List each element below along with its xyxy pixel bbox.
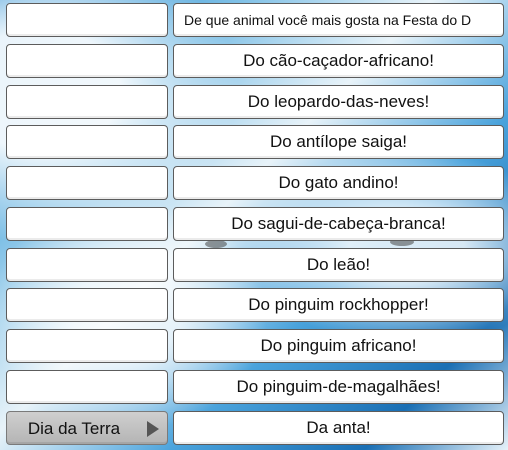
phrase-option-button[interactable]: Do leopardo-das-neves! bbox=[173, 85, 504, 119]
menu-row: Do pinguim rockhopper! bbox=[0, 288, 508, 324]
category-label: Dia da Terra bbox=[27, 419, 121, 438]
empty-slot-button[interactable] bbox=[6, 288, 168, 322]
phrase-option-button[interactable]: Do pinguim africano! bbox=[173, 329, 504, 363]
menu-row: Do gato andino! bbox=[0, 166, 508, 202]
empty-slot-button[interactable] bbox=[6, 125, 168, 159]
empty-slot-button[interactable] bbox=[6, 207, 168, 241]
menu-row: Do sagui-de-cabeça-branca! bbox=[0, 207, 508, 243]
phrase-option-button[interactable]: Do sagui-de-cabeça-branca! bbox=[173, 207, 504, 241]
phrase-option-button[interactable]: Do pinguim-de-magalhães! bbox=[173, 370, 504, 404]
empty-slot-button[interactable] bbox=[6, 248, 168, 282]
menu-row: Do leão! bbox=[0, 248, 508, 284]
phrase-option-button[interactable]: Do leão! bbox=[173, 248, 504, 282]
question-phrase-button[interactable]: De que animal você mais gosta na Festa d… bbox=[173, 3, 504, 37]
menu-row: Dia da Terra Da anta! bbox=[0, 411, 508, 447]
menu-row: Do pinguim-de-magalhães! bbox=[0, 370, 508, 406]
menu-row: Do leopardo-das-neves! bbox=[0, 85, 508, 121]
phrase-option-button[interactable]: Do antílope saiga! bbox=[173, 125, 504, 159]
menu-row: Do cão-caçador-africano! bbox=[0, 44, 508, 80]
menu-row: Do pinguim africano! bbox=[0, 329, 508, 365]
category-button[interactable]: Dia da Terra bbox=[6, 411, 168, 445]
empty-slot-button[interactable] bbox=[6, 85, 168, 119]
menu-row: Do antílope saiga! bbox=[0, 125, 508, 161]
empty-slot-button[interactable] bbox=[6, 370, 168, 404]
phrase-option-button[interactable]: Da anta! bbox=[173, 411, 504, 445]
chat-phrase-menu: De que animal você mais gosta na Festa d… bbox=[0, 0, 508, 450]
menu-row: De que animal você mais gosta na Festa d… bbox=[0, 3, 508, 39]
arrow-right-icon bbox=[147, 421, 159, 437]
empty-slot-button[interactable] bbox=[6, 44, 168, 78]
empty-slot-button[interactable] bbox=[6, 329, 168, 363]
phrase-option-button[interactable]: Do gato andino! bbox=[173, 166, 504, 200]
phrase-option-button[interactable]: Do pinguim rockhopper! bbox=[173, 288, 504, 322]
phrase-option-button[interactable]: Do cão-caçador-africano! bbox=[173, 44, 504, 78]
empty-slot-button[interactable] bbox=[6, 166, 168, 200]
empty-slot-button[interactable] bbox=[6, 3, 168, 37]
